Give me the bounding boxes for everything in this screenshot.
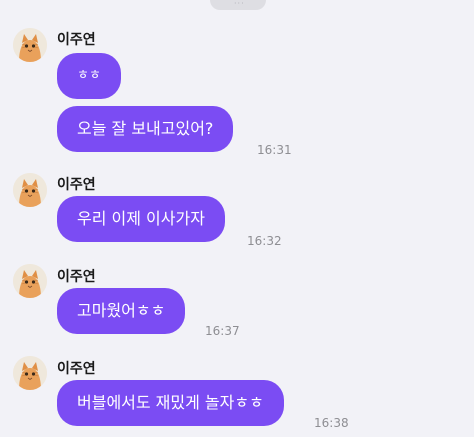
message-bubble[interactable]: 버블에서도 재밌게 놀자ㅎㅎ — [57, 380, 284, 426]
message-time: 16:32 — [247, 234, 282, 248]
avatar[interactable] — [13, 28, 47, 62]
avatar[interactable] — [13, 356, 47, 390]
message-bubble[interactable]: ㅎㅎ — [57, 53, 121, 99]
top-indicator: ··· — [210, 0, 266, 10]
cat-avatar-icon — [13, 173, 47, 207]
message-bubble[interactable]: 고마웠어ㅎㅎ — [57, 288, 186, 334]
cat-avatar-icon — [13, 264, 47, 298]
cat-avatar-icon — [13, 356, 47, 390]
top-indicator-text: ··· — [234, 0, 245, 8]
cat-avatar-icon — [13, 28, 47, 62]
avatar[interactable] — [13, 173, 47, 207]
message-bubble[interactable]: 오늘 잘 보내고있어? — [57, 106, 234, 152]
sender-name: 이주연 — [57, 32, 96, 48]
sender-name: 이주연 — [57, 361, 96, 377]
message-bubble[interactable]: 우리 이제 이사가자 — [57, 196, 225, 242]
message-time: 16:38 — [314, 416, 349, 430]
sender-name: 이주연 — [57, 177, 96, 193]
avatar[interactable] — [13, 264, 47, 298]
message-time: 16:37 — [205, 324, 240, 338]
message-time: 16:31 — [257, 143, 292, 157]
sender-name: 이주연 — [57, 269, 96, 285]
